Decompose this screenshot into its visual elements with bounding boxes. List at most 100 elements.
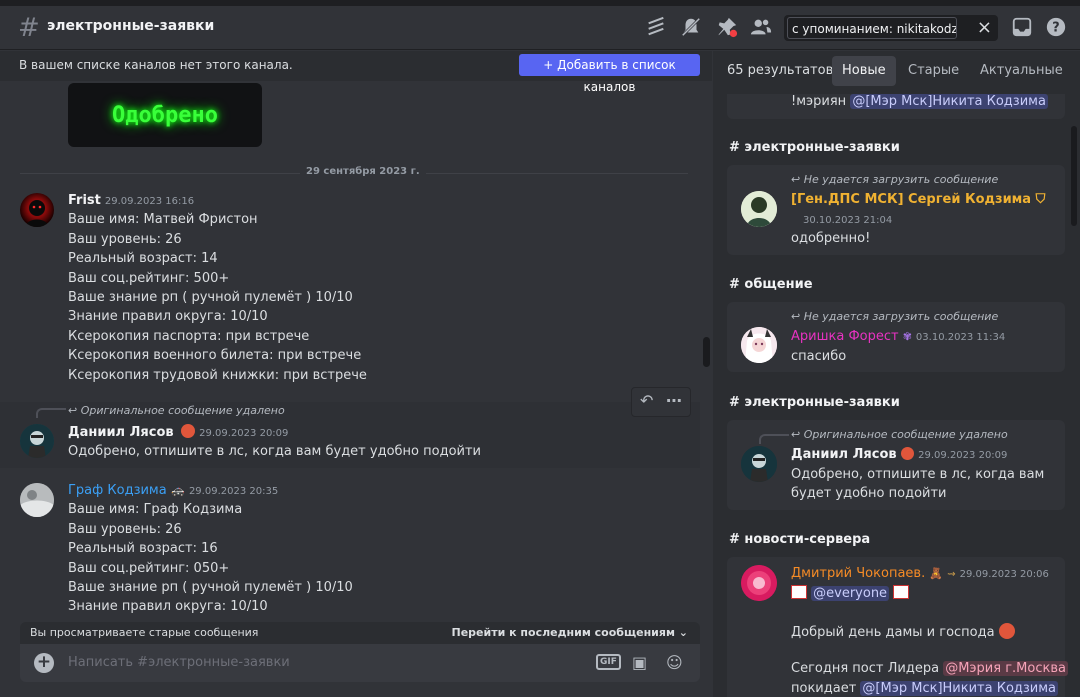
result-author[interactable]: Даниил Лясов 29.09.2023 20:09 bbox=[791, 447, 1007, 462]
message-author[interactable]: Frist 29.09.2023 16:16 bbox=[68, 193, 194, 208]
result-channel-name[interactable]: # электронные-заявки bbox=[729, 140, 900, 155]
result-text: !мэриян @[Мэр Мск]Никита Кодзима bbox=[791, 94, 1048, 109]
search-result[interactable]: ↩ Оригинальное сообщение удалено Даниил … bbox=[727, 420, 1065, 510]
gif-button[interactable]: GIF bbox=[596, 654, 621, 670]
approved-image-attachment[interactable]: Одобрено bbox=[68, 83, 262, 147]
result-text: @everyone bbox=[791, 585, 910, 601]
result-author-name[interactable]: [Ген.ДПС МСК] Сергей Кодзима bbox=[791, 192, 1031, 207]
more-options-icon[interactable]: ⋯ bbox=[666, 391, 682, 410]
avatar[interactable] bbox=[20, 483, 54, 517]
message-line: Ваше знание рп ( ручной пулемёт ) 10/10 bbox=[68, 290, 353, 305]
notification-muted-icon[interactable] bbox=[680, 16, 702, 38]
search-result[interactable]: ↩ Не удается загрузить сообщение Аришка … bbox=[727, 302, 1065, 372]
channel-title: электронные-заявки bbox=[47, 18, 215, 34]
tab-newest[interactable]: Новые bbox=[832, 56, 896, 86]
emoji-icon[interactable]: ☺ bbox=[666, 653, 683, 672]
old-messages-notice: Вы просматриваете старые сообщения bbox=[30, 626, 259, 639]
avatar[interactable] bbox=[741, 191, 777, 227]
tab-oldest[interactable]: Старые bbox=[898, 56, 969, 86]
reply-icon[interactable]: ↶ bbox=[640, 391, 653, 410]
approved-image-text: Одобрено bbox=[112, 102, 218, 128]
message-author[interactable]: Даниил Лясов 29.09.2023 20:09 bbox=[68, 424, 288, 440]
clear-search-icon[interactable]: × bbox=[977, 17, 992, 38]
result-author-name[interactable]: Аришка Форест bbox=[791, 329, 899, 344]
message-line: Ваше имя: Матвей Фристон bbox=[68, 212, 258, 227]
reply-reference-text: Не удается загрузить сообщение bbox=[803, 173, 999, 186]
user-mention[interactable]: @[Мэр Мск]Никита Кодзима bbox=[860, 681, 1059, 696]
result-author[interactable]: Дмитрий Чокопаев. 🧸 ⇝ 29.09.2023 20:06 bbox=[791, 566, 1049, 581]
member-list-icon[interactable] bbox=[750, 16, 772, 38]
avatar[interactable] bbox=[741, 446, 777, 482]
role-badge-icon bbox=[901, 447, 915, 460]
result-author[interactable]: Аришка Форест ✾ 03.10.2023 11:34 bbox=[791, 329, 1005, 344]
everyone-mention[interactable]: @everyone bbox=[811, 586, 890, 601]
result-text: Добрый день дамы и господа bbox=[791, 623, 1015, 640]
result-text: покидает @[Мэр Мск]Никита Кодзима bbox=[791, 681, 1059, 696]
sticker-icon[interactable]: ▣ bbox=[632, 653, 647, 672]
result-text: одобренно! bbox=[791, 231, 871, 246]
chat-scrollbar-thumb[interactable] bbox=[703, 337, 710, 367]
reply-spine bbox=[759, 434, 789, 444]
search-result[interactable]: Дмитрий Чокопаев. 🧸 ⇝ 29.09.2023 20:06 @e… bbox=[727, 557, 1068, 697]
reply-reference: ↩ Оригинальное сообщение удалено bbox=[791, 428, 1008, 441]
threads-icon[interactable] bbox=[645, 16, 667, 38]
reply-reference[interactable]: ↩ Оригинальное сообщение удалено bbox=[68, 404, 285, 417]
svg-text:?: ? bbox=[1052, 21, 1059, 36]
message-line: Реальный возраст: 16 bbox=[68, 541, 218, 556]
author-name[interactable]: Frist bbox=[68, 193, 101, 208]
jump-to-present-button[interactable]: Перейти к последним сообщениям ⌄ bbox=[452, 626, 688, 639]
result-author[interactable]: [Ген.ДПС МСК] Сергей Кодзима ⛉ bbox=[791, 192, 1045, 207]
channel-header: # электронные-заявки с упоминанием: niki… bbox=[0, 0, 1080, 50]
result-timestamp: 03.10.2023 11:34 bbox=[915, 332, 1006, 343]
bear-badge-icon: 🧸 bbox=[929, 567, 944, 580]
avatar[interactable] bbox=[20, 424, 54, 458]
role-mention[interactable]: @Мэрия г.Москва bbox=[943, 661, 1068, 676]
message-line: Ваш уровень: 26 bbox=[68, 522, 182, 537]
inbox-icon[interactable] bbox=[1011, 16, 1033, 38]
message-author[interactable]: Граф Кодзима 🚓 29.09.2023 20:35 bbox=[68, 483, 278, 498]
avatar[interactable] bbox=[741, 565, 777, 601]
add-to-channel-list-button[interactable]: + Добавить в список каналов bbox=[519, 54, 700, 94]
result-timestamp: 29.09.2023 20:06 bbox=[959, 569, 1049, 580]
result-author-name[interactable]: Даниил Лясов bbox=[791, 447, 897, 462]
result-text-line: покидает bbox=[791, 681, 857, 696]
reply-spine bbox=[36, 408, 66, 418]
reply-reference-text: Не удается загрузить сообщение bbox=[803, 310, 999, 323]
message-line: Ваш соц.рейтинг: 500+ bbox=[68, 271, 230, 286]
help-icon[interactable]: ? bbox=[1045, 16, 1067, 38]
role-badge-icon bbox=[998, 623, 1015, 639]
search-results-panel: 65 результатов Новые Старые Актуальные !… bbox=[713, 51, 1080, 697]
upload-plus-icon[interactable]: + bbox=[34, 653, 54, 673]
user-mention[interactable]: @[Мэр Мск]Никита Кодзима bbox=[850, 94, 1048, 109]
message-composer[interactable]: + Написать #электронные-заявки GIF ▣ ☺ bbox=[20, 644, 700, 682]
search-input[interactable]: с упоминанием: nikitakodzima × bbox=[784, 15, 998, 41]
message-line: Знание правил округа: 10/10 bbox=[68, 599, 268, 614]
message-timestamp: 29.09.2023 16:16 bbox=[104, 196, 195, 207]
result-channel-name[interactable]: # общение bbox=[729, 277, 813, 292]
avatar[interactable] bbox=[741, 327, 777, 363]
message-line: Ваш соц.рейтинг: 050+ bbox=[68, 561, 230, 576]
message-line: Ваше знание рп ( ручной пулемёт ) 10/10 bbox=[68, 580, 353, 595]
avatar[interactable] bbox=[20, 193, 54, 227]
result-channel-name[interactable]: # новости-сервера bbox=[729, 532, 870, 547]
jump-to-present-label: Перейти к последним сообщениям bbox=[451, 626, 675, 639]
message-input-placeholder[interactable]: Написать #электронные-заявки bbox=[68, 655, 290, 670]
message-line: Реальный возраст: 14 bbox=[68, 251, 218, 266]
notice-text: В вашем списке каналов нет этого канала. bbox=[19, 58, 293, 72]
result-author-name[interactable]: Дмитрий Чокопаев. bbox=[791, 566, 925, 581]
result-text-prefix: !мэриян bbox=[791, 94, 847, 109]
message-line: Ксерокопия трудовой книжки: при встрече bbox=[68, 368, 367, 383]
purple-badge-icon: ✾ bbox=[902, 330, 912, 343]
reply-reference: ↩ Не удается загрузить сообщение bbox=[791, 173, 999, 186]
author-name[interactable]: Даниил Лясов bbox=[68, 425, 174, 440]
result-channel-name[interactable]: # электронные-заявки bbox=[729, 395, 900, 410]
results-scrollbar-thumb[interactable] bbox=[1071, 126, 1077, 226]
author-name[interactable]: Граф Кодзима bbox=[68, 483, 167, 498]
hashtag-icon: # bbox=[18, 13, 40, 43]
tab-relevant[interactable]: Актуальные bbox=[970, 56, 1073, 86]
result-text: Сегодня пост Лидера @Мэрия г.Москва bbox=[791, 661, 1068, 676]
search-result[interactable]: ↩ Не удается загрузить сообщение [Ген.ДП… bbox=[727, 165, 1065, 255]
pinned-messages-icon[interactable] bbox=[716, 16, 738, 38]
message-text: Одобрено, отпишите в лс, когда вам будет… bbox=[68, 444, 481, 459]
search-filter-chip[interactable]: с упоминанием: nikitakodzima bbox=[787, 17, 957, 39]
